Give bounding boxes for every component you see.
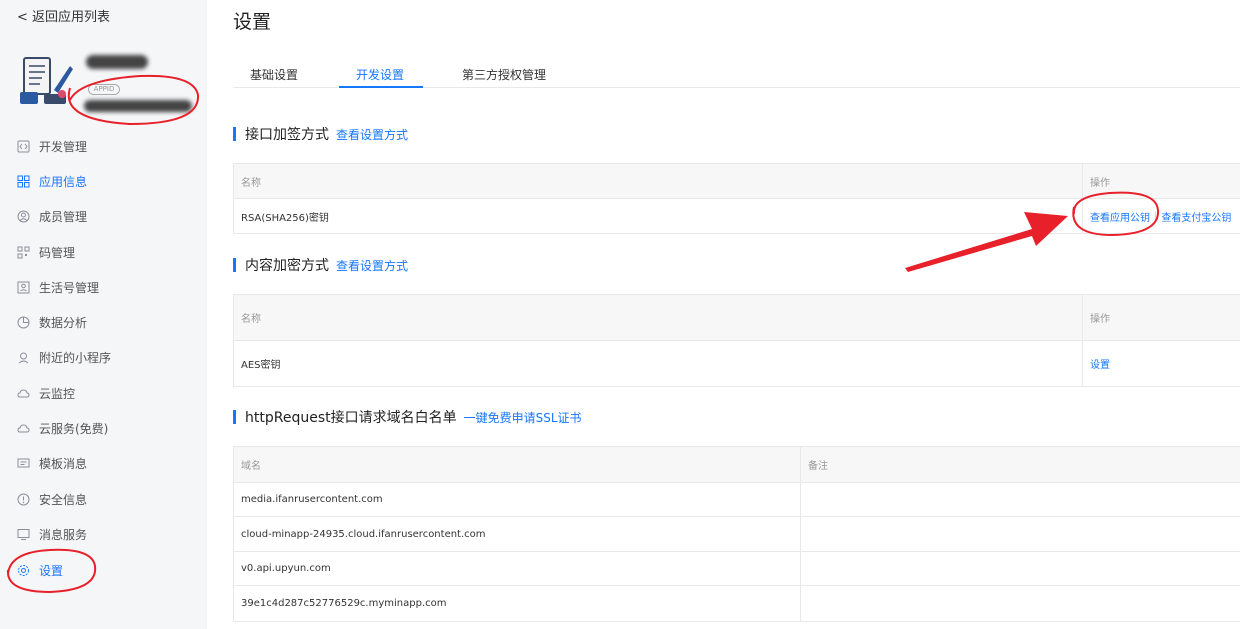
sign-table: 名称 操作 RSA(SHA256)密钥 查看应用公钥 | 查看支付宝公钥 bbox=[233, 163, 1240, 234]
sidebar-item-cloud-monitor[interactable]: 云监控 bbox=[17, 383, 75, 403]
ssl-cert-link[interactable]: 一键免费申请SSL证书 bbox=[464, 409, 582, 426]
section-marker bbox=[233, 258, 236, 272]
domain-value: cloud-minapp-24935.cloud.ifanruserconten… bbox=[241, 528, 486, 540]
view-app-public-key-link[interactable]: 查看应用公钥 bbox=[1090, 209, 1150, 224]
action-cell: 设置 bbox=[1082, 341, 1240, 386]
table-header-row: 名称 操作 bbox=[234, 164, 1240, 199]
grid-icon bbox=[17, 175, 30, 187]
main-content: 设置 基础设置 开发设置 第三方授权管理 接口加签方式 查看设置方式 名称 操作… bbox=[207, 0, 1240, 629]
note-value bbox=[800, 483, 1240, 516]
sidebar-item-nearby-miniapp[interactable]: 附近的小程序 bbox=[17, 347, 111, 367]
col-domain: 域名 bbox=[241, 461, 261, 472]
sidebar-item-app-info[interactable]: 应用信息 bbox=[17, 171, 87, 191]
note-value bbox=[800, 517, 1240, 551]
table-row: AES密钥 设置 bbox=[234, 341, 1240, 386]
sidebar-item-label: 应用信息 bbox=[39, 174, 88, 189]
section-heading: httpRequest接口请求域名白名单 bbox=[245, 410, 457, 426]
app-name-redacted bbox=[86, 55, 148, 69]
table-row: 39e1c4d287c52776529c.myminapp.com bbox=[234, 586, 1240, 621]
sidebar-item-label: 附近的小程序 bbox=[39, 350, 112, 365]
sign-section-title: 接口加签方式 查看设置方式 bbox=[233, 124, 408, 144]
sidebar-item-code-management[interactable]: 码管理 bbox=[17, 242, 75, 262]
code-icon bbox=[17, 140, 30, 152]
sidebar-item-settings[interactable]: 设置 bbox=[17, 560, 63, 580]
sidebar-item-cloud-service[interactable]: 云服务(免费) bbox=[17, 418, 108, 438]
sidebar: < 返回应用列表 APPID 开发管理 应用信息 成员管理 码管理 生活号管理 … bbox=[0, 0, 207, 629]
section-marker bbox=[233, 127, 236, 141]
view-sign-setup-link[interactable]: 查看设置方式 bbox=[336, 126, 408, 143]
view-alipay-public-key-link[interactable]: 查看支付宝公钥 bbox=[1161, 209, 1231, 224]
aes-key-name: AES密钥 bbox=[241, 360, 281, 371]
page-title: 设置 bbox=[233, 11, 272, 33]
domain-value: media.ifanrusercontent.com bbox=[241, 494, 383, 505]
tab-basic-settings[interactable]: 基础设置 bbox=[250, 66, 298, 83]
action-cell: 查看应用公钥 | 查看支付宝公钥 bbox=[1082, 199, 1240, 233]
profile-icon bbox=[17, 281, 30, 293]
sidebar-item-label: 模板消息 bbox=[39, 456, 88, 471]
location-icon bbox=[18, 352, 29, 363]
monitor-icon bbox=[17, 528, 30, 540]
cloud-icon bbox=[17, 423, 30, 432]
note-value bbox=[800, 586, 1240, 621]
table-row: cloud-minapp-24935.cloud.ifanruserconten… bbox=[234, 517, 1240, 552]
note-value bbox=[800, 552, 1240, 585]
divider: | bbox=[1154, 210, 1158, 222]
domain-value: v0.api.upyun.com bbox=[241, 563, 331, 574]
sidebar-item-label: 生活号管理 bbox=[39, 280, 100, 295]
sidebar-item-members[interactable]: 成员管理 bbox=[17, 206, 87, 226]
sidebar-item-label: 云服务(免费) bbox=[39, 421, 109, 436]
sidebar-item-label: 码管理 bbox=[39, 245, 76, 260]
col-action: 操作 bbox=[1082, 295, 1240, 340]
section-heading: 内容加密方式 bbox=[245, 258, 329, 274]
table-row: RSA(SHA256)密钥 查看应用公钥 | 查看支付宝公钥 bbox=[234, 199, 1240, 233]
domain-table: 域名 备注 media.ifanrusercontent.com cloud-m… bbox=[233, 446, 1240, 622]
tab-dev-settings[interactable]: 开发设置 bbox=[356, 66, 404, 83]
table-row: v0.api.upyun.com bbox=[234, 552, 1240, 586]
tab-third-party-auth[interactable]: 第三方授权管理 bbox=[462, 66, 546, 83]
rsa-key-name: RSA(SHA256)密钥 bbox=[241, 212, 329, 224]
appid-badge: APPID bbox=[88, 84, 120, 95]
domain-value: 39e1c4d287c52776529c.myminapp.com bbox=[241, 598, 447, 609]
sidebar-item-life-account[interactable]: 生活号管理 bbox=[17, 277, 99, 297]
section-heading: 接口加签方式 bbox=[245, 127, 329, 143]
sidebar-item-security-info[interactable]: 安全信息 bbox=[17, 489, 87, 509]
table-header-row: 名称 操作 bbox=[234, 295, 1240, 341]
active-tab-indicator bbox=[339, 86, 423, 88]
app-logo-icon bbox=[20, 57, 73, 104]
encrypt-section-title: 内容加密方式 查看设置方式 bbox=[233, 255, 408, 275]
section-marker bbox=[233, 410, 236, 424]
appid-value-redacted bbox=[84, 100, 192, 112]
sidebar-item-label: 开发管理 bbox=[39, 139, 88, 154]
sidebar-item-template-message[interactable]: 模板消息 bbox=[17, 453, 87, 473]
col-name: 名称 bbox=[241, 177, 261, 189]
sidebar-item-dev-management[interactable]: 开发管理 bbox=[17, 136, 87, 156]
sidebar-item-data-analysis[interactable]: 数据分析 bbox=[17, 312, 87, 332]
sidebar-item-label: 设置 bbox=[39, 563, 64, 578]
sidebar-item-message-service[interactable]: 消息服务 bbox=[17, 524, 87, 544]
col-action: 操作 bbox=[1082, 164, 1240, 198]
pie-chart-icon bbox=[17, 316, 30, 328]
user-icon bbox=[17, 210, 30, 222]
table-row: media.ifanrusercontent.com bbox=[234, 483, 1240, 517]
domain-section-title: httpRequest接口请求域名白名单 一键免费申请SSL证书 bbox=[233, 407, 582, 427]
sidebar-item-label: 成员管理 bbox=[39, 209, 88, 224]
cloud-icon bbox=[17, 388, 30, 397]
encrypt-table: 名称 操作 AES密钥 设置 bbox=[233, 294, 1240, 387]
col-note: 备注 bbox=[800, 447, 1240, 482]
sidebar-item-label: 数据分析 bbox=[39, 315, 88, 330]
qrcode-icon bbox=[17, 246, 30, 258]
sidebar-item-label: 消息服务 bbox=[39, 527, 88, 542]
back-to-app-list-link[interactable]: < 返回应用列表 bbox=[17, 6, 110, 25]
message-icon bbox=[17, 458, 30, 467]
col-name: 名称 bbox=[241, 314, 261, 325]
sidebar-item-label: 安全信息 bbox=[39, 492, 88, 507]
sidebar-item-label: 云监控 bbox=[39, 386, 76, 401]
gear-icon bbox=[18, 564, 29, 576]
settings-tabs: 基础设置 开发设置 第三方授权管理 bbox=[233, 62, 1240, 88]
aes-set-link[interactable]: 设置 bbox=[1090, 356, 1110, 371]
alert-icon bbox=[17, 493, 30, 505]
table-header-row: 域名 备注 bbox=[234, 447, 1240, 483]
view-encrypt-setup-link[interactable]: 查看设置方式 bbox=[336, 257, 408, 274]
